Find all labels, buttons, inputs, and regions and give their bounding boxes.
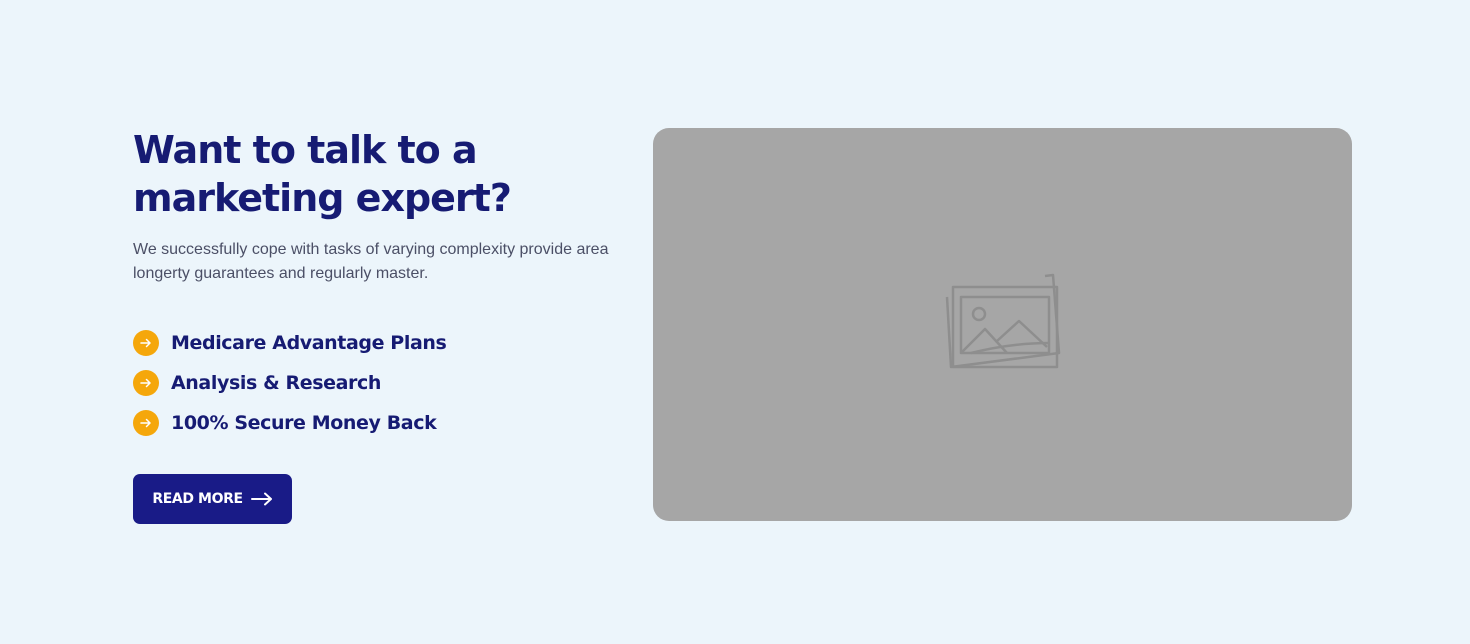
section-description: We successfully cope with tasks of varyi… [133,241,609,282]
image-placeholder [653,128,1352,521]
feature-item: Medicare Advantage Plans [133,330,633,356]
long-arrow-right-icon [250,492,273,506]
arrow-right-icon [133,370,159,396]
arrow-right-icon [133,330,159,356]
feature-list: Medicare Advantage Plans Analysis & Rese… [133,330,633,436]
read-more-label: READ MORE [152,491,243,507]
feature-label: 100% Secure Money Back [171,412,437,434]
cta-section: Want to talk to a marketing expert? We s… [0,0,1470,644]
feature-label: Medicare Advantage Plans [171,332,447,354]
arrow-right-icon [133,410,159,436]
read-more-button[interactable]: READ MORE [133,474,292,524]
feature-item: 100% Secure Money Back [133,410,633,436]
cta-content: Want to talk to a marketing expert? We s… [133,126,633,450]
feature-label: Analysis & Research [171,372,381,394]
image-placeholder-icon [941,269,1065,380]
feature-item: Analysis & Research [133,370,633,396]
section-heading: Want to talk to a marketing expert? [133,128,512,220]
